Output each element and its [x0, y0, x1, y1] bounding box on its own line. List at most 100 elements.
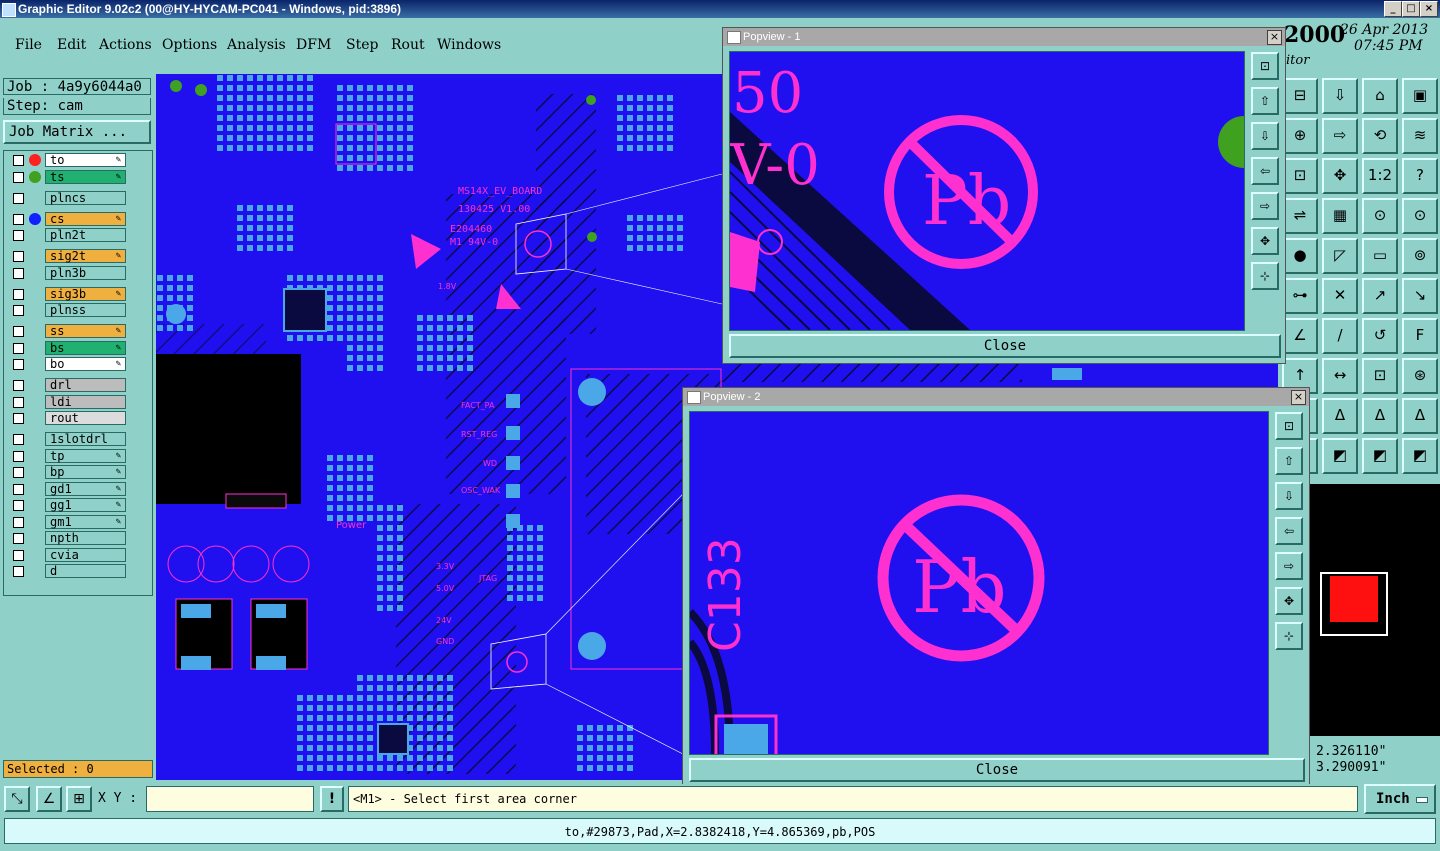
- layer-row[interactable]: pln2t: [10, 228, 128, 243]
- close-window-button[interactable]: ×: [1420, 1, 1438, 17]
- layer-checkbox[interactable]: [13, 467, 24, 478]
- layer-name[interactable]: pln3b: [45, 265, 126, 280]
- rect-icon[interactable]: ▭: [1362, 238, 1398, 274]
- cursor2-icon[interactable]: ◩: [1322, 438, 1358, 474]
- layer-name[interactable]: to ✎: [45, 153, 126, 167]
- layer-row[interactable]: ts ✎: [10, 169, 128, 185]
- line-icon[interactable]: ◸: [1322, 238, 1358, 274]
- layer-checkbox[interactable]: [13, 359, 24, 370]
- layer-row[interactable]: sig2t ✎: [10, 249, 128, 264]
- layer-checkbox[interactable]: [13, 251, 24, 262]
- measure-icon[interactable]: ∠: [36, 786, 62, 812]
- popview-2-close-button[interactable]: Close: [689, 758, 1305, 782]
- layer-row[interactable]: gg1 ✎: [10, 498, 128, 513]
- width-icon[interactable]: ↔: [1322, 358, 1358, 394]
- layer-row[interactable]: gd1 ✎: [10, 481, 128, 497]
- fab-icon[interactable]: F: [1402, 318, 1438, 354]
- wave-icon[interactable]: ≋: [1402, 118, 1438, 154]
- window-icon[interactable]: ⊟: [1282, 78, 1318, 114]
- layer-checkbox[interactable]: [13, 267, 24, 279]
- pan-right-icon[interactable]: ⇨: [1251, 192, 1279, 220]
- cross-icon[interactable]: ✕: [1322, 278, 1358, 314]
- pcb-canvas[interactable]: MS14X_EV_BOARD 130425 V1.00 E204460 M1 9…: [156, 74, 722, 780]
- popview-1-close-x[interactable]: ×: [1267, 30, 1282, 45]
- zoom-out-icon[interactable]: ⊹: [1251, 262, 1279, 290]
- layer-row[interactable]: cvia: [10, 547, 128, 563]
- forward-icon[interactable]: ⇨: [1322, 118, 1358, 154]
- popview-1-view[interactable]: Pb 50 V-0: [729, 51, 1245, 331]
- layer-row[interactable]: sig3b ✎: [10, 286, 128, 302]
- pan-left-icon[interactable]: ⇦: [1251, 157, 1279, 185]
- fit-icon[interactable]: ⊡: [1282, 158, 1318, 194]
- layer-checkbox[interactable]: [13, 192, 24, 204]
- layer-name[interactable]: drl: [45, 378, 126, 392]
- pan-right-icon[interactable]: ⇨: [1275, 552, 1303, 580]
- layer-row[interactable]: 1slotdrl: [10, 432, 128, 447]
- layer-row[interactable]: bp ✎: [10, 465, 128, 480]
- layer-name[interactable]: plncs: [45, 190, 126, 205]
- menu-analysis[interactable]: Analysis: [227, 37, 286, 53]
- layer-row[interactable]: ldi: [10, 394, 128, 410]
- layer-name[interactable]: cs ✎: [45, 211, 126, 226]
- layer-name[interactable]: sig2t ✎: [45, 249, 126, 263]
- layer-row[interactable]: npth: [10, 531, 128, 546]
- feature-icon[interactable]: ⊛: [1402, 358, 1438, 394]
- node-icon[interactable]: ⊶: [1282, 278, 1318, 314]
- layer-checkbox[interactable]: [13, 549, 24, 561]
- grid-tool-icon[interactable]: ▦: [1322, 198, 1358, 234]
- layer-checkbox[interactable]: [13, 516, 24, 528]
- job-matrix-button[interactable]: Job Matrix ...: [3, 120, 151, 144]
- home-icon[interactable]: ⌂: [1362, 78, 1398, 114]
- tri2-icon[interactable]: Δ: [1322, 398, 1358, 434]
- layer-name[interactable]: npth: [45, 531, 126, 545]
- layer-row[interactable]: gm1 ✎: [10, 514, 128, 530]
- layer-row[interactable]: ss ✎: [10, 324, 128, 339]
- layer-row[interactable]: plncs: [10, 190, 128, 206]
- layer-row[interactable]: plnss: [10, 303, 128, 318]
- help-icon[interactable]: ?: [1402, 158, 1438, 194]
- grid-icon[interactable]: ⊞: [66, 786, 92, 812]
- layer-name[interactable]: bs ✎: [45, 340, 126, 355]
- zoom-in-icon[interactable]: ✥: [1275, 587, 1303, 615]
- slash-icon[interactable]: /: [1322, 318, 1358, 354]
- layer-row[interactable]: bo ✎: [10, 357, 128, 372]
- units-selector[interactable]: Inch: [1364, 784, 1436, 814]
- layer-row[interactable]: bs ✎: [10, 340, 128, 356]
- xy-input[interactable]: [146, 786, 314, 812]
- layer-name[interactable]: ldi: [45, 394, 126, 409]
- snap-icon[interactable]: ⊙: [1362, 198, 1398, 234]
- menu-options[interactable]: Options: [162, 37, 217, 53]
- layer-checkbox[interactable]: [13, 566, 24, 577]
- pan-up-icon[interactable]: ⇧: [1251, 87, 1279, 115]
- layer-name[interactable]: pln2t: [45, 228, 126, 242]
- angle-icon[interactable]: ∠: [1282, 318, 1318, 354]
- layer-name[interactable]: gg1 ✎: [45, 498, 126, 512]
- layer-row[interactable]: rout: [10, 411, 128, 426]
- layer-name[interactable]: sig3b ✎: [45, 286, 126, 301]
- layer-checkbox[interactable]: [13, 342, 24, 354]
- maximize-button[interactable]: □: [1402, 1, 1420, 17]
- undo-icon[interactable]: ↺: [1362, 318, 1398, 354]
- rotate-icon[interactable]: ⟲: [1362, 118, 1398, 154]
- layer-checkbox[interactable]: [13, 533, 24, 544]
- layer-checkbox[interactable]: [13, 450, 24, 462]
- layer-name[interactable]: gd1 ✎: [45, 481, 126, 496]
- pan-down-icon[interactable]: ⇩: [1275, 482, 1303, 510]
- layer-checkbox[interactable]: [13, 434, 24, 445]
- layer-checkbox[interactable]: [13, 396, 24, 408]
- scale-icon[interactable]: 1:2: [1362, 158, 1398, 194]
- layer-name[interactable]: bo ✎: [45, 357, 126, 371]
- layout-icon[interactable]: ▣: [1402, 78, 1438, 114]
- layer-checkbox[interactable]: [13, 500, 24, 511]
- cursor3-icon[interactable]: ◩: [1362, 438, 1398, 474]
- layer-checkbox[interactable]: [13, 213, 24, 225]
- layer-checkbox[interactable]: [13, 155, 24, 166]
- popview-2-close-x[interactable]: ×: [1291, 390, 1306, 405]
- menu-dfm[interactable]: DFM: [296, 37, 331, 53]
- layer-name[interactable]: cvia: [45, 547, 126, 562]
- layer-checkbox[interactable]: [13, 171, 24, 183]
- menu-actions[interactable]: Actions: [99, 37, 152, 53]
- layer-row[interactable]: d: [10, 564, 128, 579]
- layer-row[interactable]: drl: [10, 378, 128, 393]
- pad-icon[interactable]: ●: [1282, 238, 1318, 274]
